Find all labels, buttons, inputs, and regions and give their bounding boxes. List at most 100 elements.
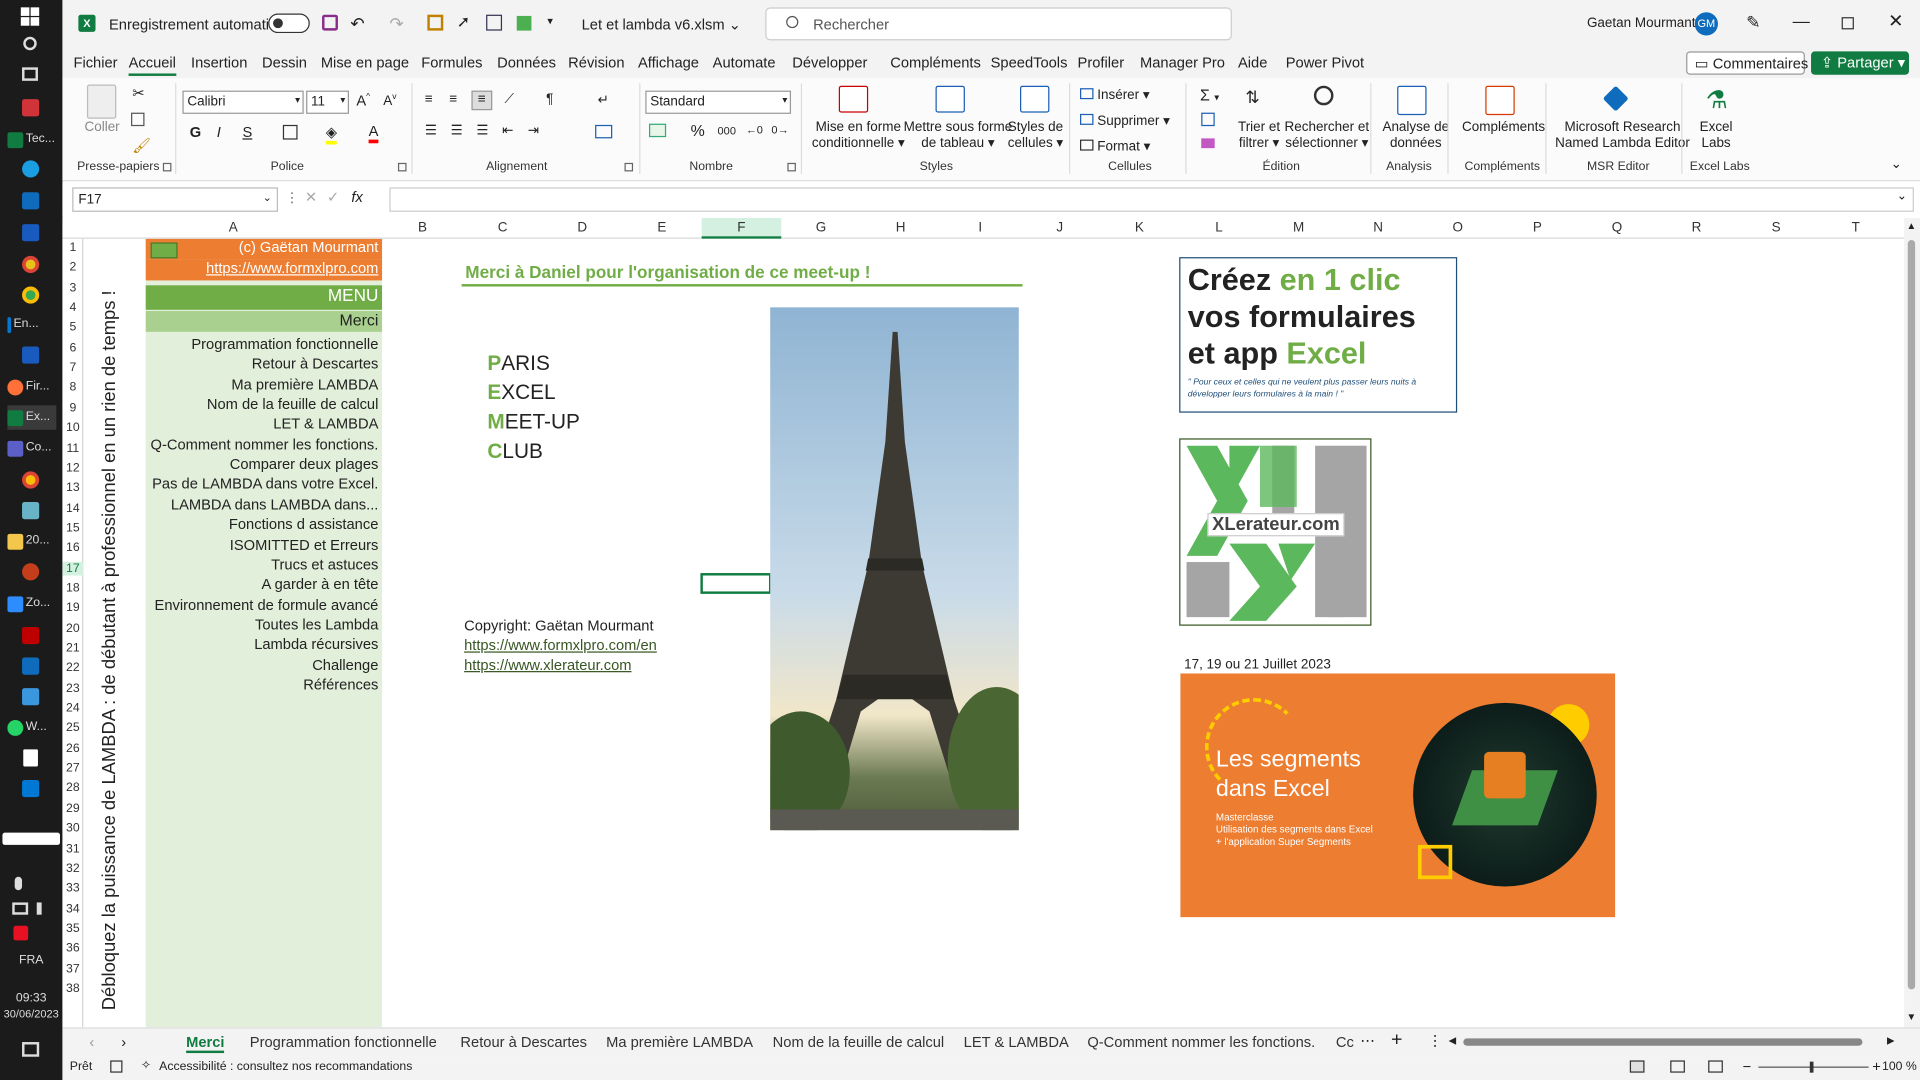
horizontal-scrollbar[interactable]: ◀ ▶: [1449, 1035, 1908, 1048]
row-header-1[interactable]: 1: [62, 241, 83, 254]
sheet-tab-descartes[interactable]: Retour à Descartes: [460, 1033, 587, 1050]
sheet-tab-let-lambda[interactable]: LET & LAMBDA: [964, 1033, 1069, 1050]
decrease-decimal-icon[interactable]: 0→: [771, 124, 788, 136]
sheet-tab-programmation[interactable]: Programmation fonctionnelle: [250, 1033, 437, 1050]
row-header-27[interactable]: 27: [62, 762, 83, 775]
row-header-30[interactable]: 30: [62, 822, 83, 835]
format-as-table-button[interactable]: Mettre sous forme de tableau ▾: [904, 120, 1013, 152]
link-formxlpro[interactable]: https://www.formxlpro.com/en: [464, 637, 657, 654]
menu-item-link[interactable]: Pas de LAMBDA dans votre Excel.: [146, 476, 382, 496]
collapse-ribbon-icon[interactable]: ⌄: [1891, 156, 1902, 172]
tab-donnees[interactable]: Données: [497, 54, 556, 71]
wrap-text-icon[interactable]: ↵: [598, 92, 609, 108]
row-header-37[interactable]: 37: [62, 962, 83, 975]
taskbar-item-en[interactable]: En...: [7, 312, 56, 336]
cell-styles-button[interactable]: Styles de cellules ▾: [1008, 120, 1063, 152]
zoom-level[interactable]: 100 %: [1882, 1060, 1917, 1073]
column-header-q[interactable]: Q: [1577, 220, 1657, 235]
taskbar-item-whatsapp[interactable]: W...: [7, 715, 56, 739]
sheet-tab-cc[interactable]: Cc: [1336, 1033, 1354, 1050]
menu-item-link[interactable]: Programmation fonctionnelle: [146, 336, 382, 356]
column-header-d[interactable]: D: [542, 220, 622, 235]
menu-item-link[interactable]: LET & LAMBDA: [146, 416, 382, 436]
row-header-38[interactable]: 38: [62, 982, 83, 995]
save-icon[interactable]: [322, 14, 338, 31]
percent-icon[interactable]: %: [691, 121, 705, 139]
align-bottom-icon[interactable]: ≡: [471, 90, 493, 111]
column-header-k[interactable]: K: [1100, 220, 1180, 235]
row-header-20[interactable]: 20: [62, 622, 83, 635]
excel-labs-icon[interactable]: ⚗: [1706, 84, 1728, 115]
sheet-tab-merci[interactable]: Merci: [186, 1033, 225, 1054]
row-header-4[interactable]: 4: [62, 301, 83, 314]
scroll-left-arrow[interactable]: ◀: [1449, 1035, 1457, 1046]
find-select-icon[interactable]: [1313, 85, 1334, 106]
powerpoint-icon[interactable]: [22, 563, 40, 581]
sheet-options-icon[interactable]: ⋮: [1428, 1032, 1443, 1049]
page-break-icon[interactable]: [1708, 1060, 1723, 1073]
align-center-icon[interactable]: ☰: [451, 122, 463, 139]
rtl-icon[interactable]: ¶: [546, 92, 553, 107]
row-header-26[interactable]: 26: [62, 742, 83, 755]
row-header-11[interactable]: 11: [62, 441, 83, 454]
merge-center-icon[interactable]: [595, 124, 613, 139]
row-header-8[interactable]: 8: [62, 381, 83, 394]
row-header-25[interactable]: 25: [62, 722, 83, 735]
thousands-icon[interactable]: 000: [718, 125, 736, 137]
addins-icon[interactable]: [1485, 85, 1515, 116]
menu-item-link[interactable]: Retour à Descartes: [146, 356, 382, 376]
menu-item-link[interactable]: Challenge: [146, 656, 382, 676]
row-header-34[interactable]: 34: [62, 902, 83, 915]
format-painter-icon[interactable]: 🖌: [132, 137, 151, 154]
menu-item-link[interactable]: Nom de la feuille de calcul: [146, 396, 382, 416]
taskbar-item-firefox[interactable]: Fir...: [7, 375, 56, 399]
column-header-a[interactable]: A: [84, 220, 382, 235]
macro-record-icon[interactable]: [110, 1060, 123, 1073]
search-box[interactable]: Rechercher: [765, 7, 1232, 41]
increase-indent-icon[interactable]: ⇥: [528, 122, 539, 139]
menu-item-link[interactable]: Lambda récursives: [146, 636, 382, 656]
column-header-p[interactable]: P: [1498, 220, 1578, 235]
zoom-out-button[interactable]: −: [1742, 1058, 1751, 1075]
selected-cell-f17[interactable]: [700, 573, 772, 594]
minimize-button[interactable]: —: [1793, 11, 1810, 31]
font-name-select[interactable]: Calibri ▾: [182, 90, 304, 114]
cut-icon[interactable]: ✂: [132, 84, 144, 101]
tab-dessin[interactable]: Dessin: [262, 54, 307, 71]
clipboard-launcher-icon[interactable]: [162, 162, 172, 172]
row-header-19[interactable]: 19: [62, 602, 83, 615]
accessibility-status[interactable]: Accessibilité : consultez nos recommanda…: [159, 1060, 412, 1073]
row-header-16[interactable]: 16: [62, 542, 83, 555]
borders-icon[interactable]: [282, 124, 298, 140]
worksheet-grid[interactable]: Débloquez la puissance de LAMBDA : de dé…: [84, 238, 1905, 1028]
taskbar-item-zoom[interactable]: Zo...: [7, 591, 56, 615]
column-header-e[interactable]: E: [622, 220, 702, 235]
accounting-icon[interactable]: [648, 123, 667, 138]
filezilla-icon[interactable]: [22, 626, 40, 645]
sheet-tab-premiere-lambda[interactable]: Ma première LAMBDA: [606, 1033, 753, 1050]
autosave-toggle[interactable]: [268, 13, 310, 34]
tab-insertion[interactable]: Insertion: [191, 54, 247, 71]
app-red-icon[interactable]: [22, 99, 40, 117]
align-right-icon[interactable]: ☰: [476, 122, 488, 139]
chrome-icon[interactable]: [22, 255, 40, 274]
number-format-select[interactable]: Standard ▾: [645, 90, 792, 114]
toolbar-icon-1[interactable]: [427, 14, 444, 31]
zoom-slider[interactable]: [1758, 1061, 1869, 1073]
row-header-23[interactable]: 23: [62, 682, 83, 695]
row-header-3[interactable]: 3: [62, 281, 83, 294]
app-blue-icon[interactable]: [22, 688, 40, 706]
enter-icon[interactable]: ✓: [327, 189, 339, 206]
paste-icon[interactable]: [86, 84, 117, 119]
name-box[interactable]: F17 ⌄: [72, 187, 278, 212]
add-sheet-button[interactable]: +: [1391, 1030, 1402, 1052]
calendar-icon[interactable]: [22, 657, 40, 675]
microphone-icon[interactable]: [14, 876, 23, 891]
sort-filter-icon[interactable]: ⇅: [1245, 87, 1259, 108]
edge-icon[interactable]: [22, 160, 40, 178]
column-header-j[interactable]: J: [1020, 220, 1100, 235]
row-header-9[interactable]: 9: [62, 401, 83, 414]
maximize-button[interactable]: [1841, 17, 1854, 30]
more-icon[interactable]: ⋮: [285, 190, 298, 206]
tab-manager-pro[interactable]: Manager Pro: [1140, 54, 1225, 71]
